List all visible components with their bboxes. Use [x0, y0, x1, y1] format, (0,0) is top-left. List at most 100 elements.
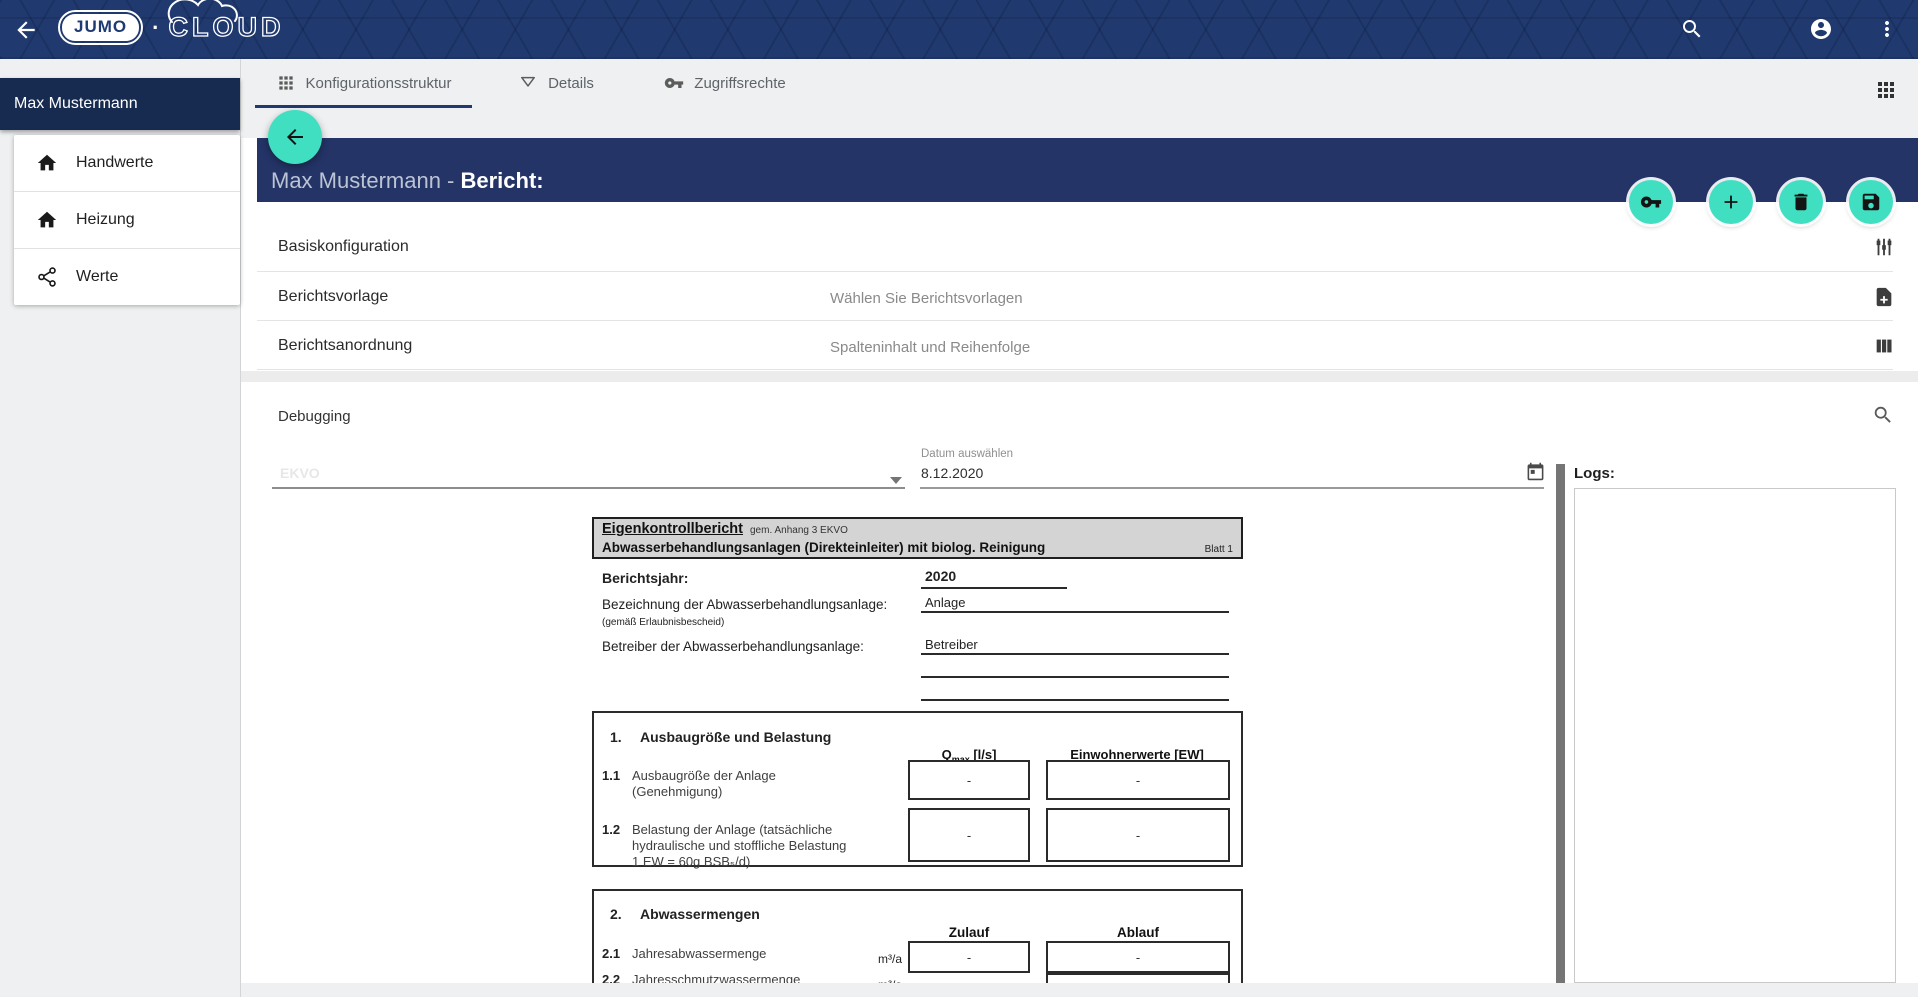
- row-label: hydraulische und stoffliche Belastung: [632, 838, 846, 853]
- note-add-icon[interactable]: [1873, 286, 1895, 308]
- date-underline: [920, 487, 1544, 489]
- report-plant-name-note: (gemäß Erlaubnisbescheid): [602, 617, 724, 628]
- calendar-icon[interactable]: [1526, 462, 1545, 481]
- row-number: 2.1: [602, 946, 620, 961]
- report-title-note: gem. Anhang 3 EKVO: [750, 525, 848, 536]
- sidebar-item-handwerte[interactable]: Handwerte: [14, 135, 240, 191]
- report-year-value: 2020: [925, 568, 956, 584]
- funnel-icon: [518, 73, 538, 93]
- vertical-scrollbar[interactable]: [1556, 464, 1565, 983]
- sidebar-menu: Handwerte Heizung Werte: [14, 135, 240, 305]
- topbar: JUMO · CLOUD: [0, 0, 1918, 59]
- tab-details[interactable]: Details: [472, 59, 640, 107]
- page-title-bold: Bericht:: [461, 168, 544, 193]
- section1-title: Ausbaugröße und Belastung: [640, 729, 831, 745]
- row-number: 1.1: [602, 768, 620, 783]
- sidebar-user-header: Max Mustermann: [0, 78, 240, 130]
- logs-title: Logs:: [1574, 465, 1615, 482]
- add-button[interactable]: [1709, 180, 1753, 224]
- config-row-value: Spalteninhalt und Reihenfolge: [830, 339, 1030, 356]
- date-field-label: Datum auswählen: [921, 448, 1013, 460]
- account-icon[interactable]: [1809, 17, 1833, 41]
- report-plant-name-label: Bezeichnung der Abwasserbehandlungsanlag…: [602, 597, 887, 612]
- report-header-line2: Abwasserbehandlungsanlagen (Direkteinlei…: [602, 540, 1233, 555]
- config-row-label: Basiskonfiguration: [278, 238, 409, 256]
- report-year-label: Berichtsjahr:: [602, 570, 688, 586]
- report-type-select[interactable]: [272, 455, 905, 489]
- config-row-value: Wählen Sie Berichtsvorlagen: [830, 290, 1023, 307]
- value-cell: -: [1046, 941, 1230, 973]
- more-vert-icon[interactable]: [1875, 17, 1899, 41]
- trash-icon: [1790, 191, 1812, 213]
- report-plant-name-value: Anlage: [925, 595, 965, 610]
- row-label: (Genehmigung): [632, 784, 722, 799]
- save-icon: [1860, 191, 1882, 213]
- underline: [921, 611, 1229, 613]
- access-rights-button[interactable]: [1629, 180, 1673, 224]
- section2-number: 2.: [610, 906, 622, 922]
- value-cell: -: [908, 808, 1030, 862]
- save-button[interactable]: [1849, 180, 1893, 224]
- logs-output-box: [1574, 488, 1896, 983]
- tune-icon[interactable]: [1873, 236, 1895, 258]
- search-icon[interactable]: [1872, 404, 1894, 426]
- tab-konfigurationsstruktur[interactable]: Konfigurationsstruktur: [255, 59, 472, 107]
- cloud-logo-text: CLOUD: [168, 12, 284, 42]
- back-arrow-icon[interactable]: [13, 17, 39, 43]
- row-label: 1 EW = 60g BSB₅/d): [632, 854, 750, 869]
- section2-col1-header: Zulauf: [908, 925, 1030, 940]
- section1-number: 1.: [610, 729, 622, 745]
- value-cell: -: [1046, 760, 1230, 800]
- chevron-down-icon: [890, 477, 902, 484]
- apps-grid-icon: [276, 73, 296, 93]
- page-title-prefix: Max Mustermann -: [271, 168, 461, 193]
- debugging-section-title: Debugging: [278, 408, 351, 425]
- row-divider: [257, 271, 1893, 272]
- row-label: Belastung der Anlage (tatsächliche: [632, 822, 832, 837]
- report-operator-value: Betreiber: [925, 637, 978, 652]
- view-column-icon[interactable]: [1873, 335, 1895, 357]
- cloud-logo: CLOUD: [168, 12, 284, 43]
- content-cut-strip: [241, 983, 1918, 997]
- sidebar-item-label: Heizung: [76, 211, 135, 229]
- tab-zugriffsrechte[interactable]: Zugriffsrechte: [640, 59, 810, 107]
- select-underline: [272, 487, 905, 489]
- tab-label: Details: [548, 75, 594, 92]
- delete-button[interactable]: [1779, 180, 1823, 224]
- sidebar-item-label: Werte: [76, 268, 118, 286]
- sidebar-item-label: Handwerte: [76, 154, 153, 172]
- brand-logo: JUMO · CLOUD: [58, 10, 284, 45]
- date-field-value[interactable]: 8.12.2020: [921, 465, 983, 481]
- value-cell: -: [908, 941, 1030, 973]
- sidebar-item-werte[interactable]: Werte: [14, 248, 240, 305]
- apps-grid-icon[interactable]: [1874, 78, 1898, 102]
- tab-label: Zugriffsrechte: [694, 75, 785, 92]
- row-number: 1.2: [602, 822, 620, 837]
- home-icon: [36, 209, 58, 231]
- back-button[interactable]: [268, 110, 322, 164]
- report-type-select-value: EKVO: [280, 465, 320, 481]
- config-row-label: Berichtsanordnung: [278, 337, 412, 355]
- sidebar-item-heizung[interactable]: Heizung: [14, 191, 240, 248]
- home-icon: [36, 152, 58, 174]
- report-sheet-number: Blatt 1: [1205, 544, 1233, 555]
- report-title: Eigenkontrollbericht: [602, 521, 743, 537]
- report-operator-label: Betreiber der Abwasserbehandlungsanlage:: [602, 639, 864, 654]
- section-separator: [241, 371, 1918, 382]
- brand-separator: ·: [152, 15, 159, 41]
- key-icon: [664, 73, 684, 93]
- key-icon: [1640, 191, 1662, 213]
- plus-icon: [1720, 191, 1742, 213]
- section2-title: Abwassermengen: [640, 906, 760, 922]
- value-cell: -: [908, 760, 1030, 800]
- search-icon[interactable]: [1680, 17, 1704, 41]
- underline: [921, 653, 1229, 655]
- active-tab-underline: [255, 105, 472, 108]
- underline: [921, 676, 1229, 678]
- jumo-logo: JUMO: [58, 10, 143, 45]
- section2-col2-header: Ablauf: [1046, 925, 1230, 940]
- app-window: JUMO · CLOUD Max Mustermann: [0, 0, 1918, 997]
- report-header-line1: Eigenkontrollbericht gem. Anhang 3 EKVO: [602, 521, 1233, 537]
- tab-label: Konfigurationsstruktur: [306, 75, 452, 92]
- jumo-logo-text: JUMO: [62, 14, 139, 41]
